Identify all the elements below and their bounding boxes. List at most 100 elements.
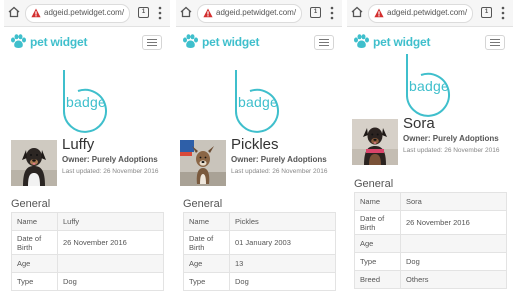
hamburger-menu-button[interactable]	[142, 35, 162, 50]
table-row: Name Luffy	[11, 212, 164, 231]
badge-logo: badge	[176, 66, 342, 136]
table-row: Type Dog	[11, 272, 164, 291]
field-value: Pickles	[229, 212, 336, 231]
paw-logo-icon[interactable]	[10, 34, 27, 49]
browser-menu-icon[interactable]	[158, 6, 162, 20]
pet-photo	[180, 140, 226, 186]
field-value	[57, 254, 164, 273]
owner-label: Owner: Purely Adoptions	[62, 155, 158, 164]
warning-icon	[31, 8, 41, 18]
table-row: Breed Others	[354, 270, 507, 289]
last-updated: Last updated: 26 November 2016	[231, 168, 328, 175]
field-value: 26 November 2016	[400, 210, 507, 235]
table-row: Type Dog	[183, 272, 336, 291]
phone-screen-luffy: adgeid.petwidget.com/ 1 pet widget badge	[4, 0, 170, 296]
field-label: Age	[11, 254, 58, 273]
info-table: Name Pickles Date of Birth 01 January 20…	[183, 212, 336, 291]
table-row: Date of Birth 26 November 2016	[354, 210, 507, 235]
section-general: General	[354, 178, 394, 190]
field-label: Date of Birth	[11, 230, 58, 255]
table-row: Age 13	[183, 254, 336, 273]
phone-screen-sora: adgeid.petwidget.com/ 1 pet widget badge	[347, 0, 513, 296]
info-table: Name Sora Date of Birth 26 November 2016…	[354, 192, 507, 289]
badge-logo: badge	[347, 50, 513, 120]
table-row: Date of Birth 01 January 2003	[183, 230, 336, 255]
tabs-count-icon[interactable]: 1	[310, 7, 321, 18]
field-value: Dog	[57, 272, 164, 291]
badge-text: badge	[238, 94, 278, 110]
phone-screen-pickles: adgeid.petwidget.com/ 1 pet widget badge	[176, 0, 342, 296]
field-label: Name	[354, 192, 401, 211]
table-row: Type Dog	[354, 252, 507, 271]
url-text: adgeid.petwidget.com/	[387, 8, 468, 17]
field-label: Date of Birth	[183, 230, 230, 255]
table-row: Date of Birth 26 November 2016	[11, 230, 164, 255]
home-icon[interactable]	[180, 6, 192, 18]
section-general: General	[11, 198, 51, 210]
hamburger-menu-button[interactable]	[314, 35, 334, 50]
app-header: pet widget	[4, 27, 170, 57]
field-value: 26 November 2016	[57, 230, 164, 255]
hamburger-menu-button[interactable]	[485, 35, 505, 50]
url-text: adgeid.petwidget.com/	[44, 8, 125, 17]
field-label: Type	[354, 252, 401, 271]
dog-photo-icon	[352, 119, 398, 165]
table-row: Name Pickles	[183, 212, 336, 231]
browser-toolbar: adgeid.petwidget.com/ 1	[4, 0, 170, 27]
brand-name[interactable]: pet widget	[30, 35, 88, 49]
field-label: Type	[11, 272, 58, 291]
field-value	[400, 234, 507, 253]
field-value: Dog	[229, 272, 336, 291]
url-bar[interactable]: adgeid.petwidget.com/	[197, 4, 302, 23]
pet-name: Pickles	[231, 136, 279, 153]
url-text: adgeid.petwidget.com/	[216, 8, 297, 17]
field-label: Breed	[354, 270, 401, 289]
pet-name: Sora	[403, 115, 435, 132]
field-value: 13	[229, 254, 336, 273]
table-row: Age	[11, 254, 164, 273]
browser-toolbar: adgeid.petwidget.com/ 1	[176, 0, 342, 27]
brand-name[interactable]: pet widget	[202, 35, 260, 49]
field-value: 01 January 2003	[229, 230, 336, 255]
last-updated: Last updated: 26 November 2016	[62, 168, 159, 175]
pet-photo	[11, 140, 57, 186]
dog-photo-icon	[180, 140, 226, 186]
brand-name[interactable]: pet widget	[373, 35, 431, 49]
field-label: Date of Birth	[354, 210, 401, 235]
owner-label: Owner: Purely Adoptions	[403, 134, 499, 143]
owner-label: Owner: Purely Adoptions	[231, 155, 327, 164]
warning-icon	[374, 8, 384, 18]
dog-photo-icon	[11, 140, 57, 186]
field-label: Age	[183, 254, 230, 273]
section-general: General	[183, 198, 223, 210]
tabs-count-icon[interactable]: 1	[138, 7, 149, 18]
badge-logo: badge	[4, 66, 170, 136]
paw-logo-icon[interactable]	[353, 34, 370, 49]
table-row: Name Sora	[354, 192, 507, 211]
home-icon[interactable]	[351, 6, 363, 18]
url-bar[interactable]: adgeid.petwidget.com/	[368, 4, 473, 23]
field-label: Name	[183, 212, 230, 231]
pet-photo	[352, 119, 398, 165]
field-label: Name	[11, 212, 58, 231]
browser-toolbar: adgeid.petwidget.com/ 1	[347, 0, 513, 27]
badge-text: badge	[409, 78, 449, 94]
browser-menu-icon[interactable]	[501, 6, 505, 20]
app-header: pet widget	[176, 27, 342, 57]
field-value: Luffy	[57, 212, 164, 231]
tabs-count-icon[interactable]: 1	[481, 7, 492, 18]
url-bar[interactable]: adgeid.petwidget.com/	[25, 4, 130, 23]
warning-icon	[203, 8, 213, 18]
home-icon[interactable]	[8, 6, 20, 18]
last-updated: Last updated: 26 November 2016	[403, 147, 500, 154]
badge-text: badge	[66, 94, 106, 110]
field-label: Type	[183, 272, 230, 291]
field-value: Dog	[400, 252, 507, 271]
paw-logo-icon[interactable]	[182, 34, 199, 49]
field-label: Age	[354, 234, 401, 253]
browser-menu-icon[interactable]	[330, 6, 334, 20]
field-value: Sora	[400, 192, 507, 211]
info-table: Name Luffy Date of Birth 26 November 201…	[11, 212, 164, 291]
table-row: Age	[354, 234, 507, 253]
pet-name: Luffy	[62, 136, 95, 153]
